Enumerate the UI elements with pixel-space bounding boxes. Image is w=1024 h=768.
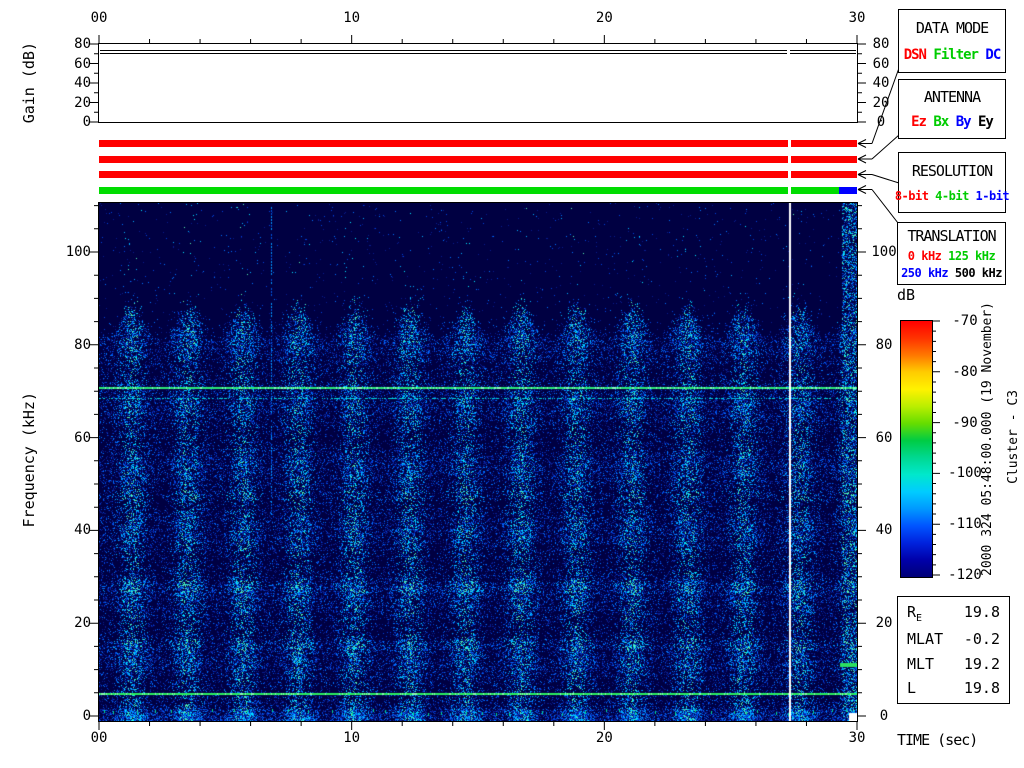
gain-ytick-label: 60 [74,55,91,72]
ephemeris-row-l: L 19.8 [898,679,1009,697]
antenna-bar [99,155,857,163]
gain-time-tick-label: 30 [848,10,866,26]
freq-ytick-label: 0 [82,708,91,724]
time-tick-label: 20 [595,730,613,746]
gain-ytick-label-right: 20 [872,94,890,111]
spacecraft-annotation: Cluster - C3 [1006,390,1021,484]
freq-ytick-label: 80 [74,336,91,353]
ephemeris-label: RE [907,603,923,625]
ephemeris-row-mlat: MLAT -0.2 [898,630,1009,648]
colorbar [900,320,933,578]
option-by: By [948,114,972,130]
data-mode-box: DATA MODE DSN Filter DC [898,9,1006,73]
translation-box: TRANSLATION 0 kHz 125 kHz 250 kHz 500 kH… [897,222,1006,285]
wbd-spectrogram-display: Gain (dB) Frequency (kHz) 00 10 20 30 00 10 2… [0,0,1024,768]
ephemeris-value: 19.2 [963,654,1000,673]
option-4-bit: 4-bit [928,189,969,203]
option-125-khz: 125 kHz [941,248,996,263]
gain-ytick-label: 80 [74,36,91,52]
ephemeris-label: MLAT [907,630,944,649]
freq-ytick-label: 40 [74,522,91,539]
gain-time-tick-label: 00 [90,10,108,26]
datetime-annotation: 2000 324 05:48:00.000 (19 November) [980,302,995,576]
gain-ytick-label: 20 [74,94,91,111]
antenna-box: ANTENNA Ez Bx By Ey [898,79,1006,139]
gain-trace-gap [787,48,790,56]
resolution-bar [99,171,857,178]
translation-options-row2: 250 kHz 500 kHz [901,266,1002,280]
freq-ytick-label-right: 40 [875,522,893,539]
spectrogram-canvas [99,203,857,721]
time-tick-label: 00 [90,730,108,746]
ephemeris-row-mlt: MLT 19.2 [898,655,1009,673]
ephemeris-label: MLT [907,654,935,673]
option-1-bit: 1-bit [968,189,1010,203]
gain-ytick-label-right: 0 [876,114,886,130]
option-bx: Bx [925,114,949,130]
translation-title: TRANSLATION [907,226,996,245]
resolution-options: 8-bit 4-bit 1-bit [894,189,1010,203]
option-dc: DC [978,46,1001,63]
ephemeris-row-r: RE 19.8 [898,603,1009,624]
freq-ytick-label: 60 [74,429,91,446]
antenna-options: Ez Bx By Ey [911,114,994,130]
gain-ytick-label-right: 60 [872,55,890,72]
option-8-bit: 8-bit [894,189,929,203]
mode-bars-marker-gap [787,138,791,195]
option-ez: Ez [911,114,927,130]
option-dsn: DSN [903,46,927,63]
translation-bar [99,186,857,194]
resolution-box: RESOLUTION 8-bit 4-bit 1-bit [894,152,1010,213]
gain-ytick-label-right: 80 [872,36,890,52]
time-tick-label: 10 [343,730,361,746]
option-0-khz: 0 kHz [907,248,942,263]
freq-ytick-label: 20 [74,615,91,632]
ephemeris-value: 19.8 [963,678,1000,697]
ephemeris-value: -0.2 [963,630,1000,649]
frequency-axis-label: Frequency (kHz) [20,392,38,528]
ephemeris-value: 19.8 [963,603,1000,622]
option-500-khz: 500 kHz [948,266,1003,281]
freq-ytick-label-right: 60 [875,429,893,446]
colorbar-units-label: dB [897,286,916,304]
gain-ytick-label: 40 [74,75,91,91]
data-mode-title: DATA MODE [915,19,989,38]
option-ey: Ey [970,114,994,130]
gain-plot [99,44,857,122]
translation-bar-end-segment [839,186,857,194]
gain-ytick-label: 0 [82,114,91,130]
resolution-title: RESOLUTION [911,162,993,180]
gain-time-tick-label: 10 [343,10,361,26]
gain-axis-label: Gain (dB) [20,42,38,124]
time-axis-title: TIME (sec) [897,731,978,749]
ephemeris-box: RE 19.8 MLAT -0.2 MLT 19.2 L 19.8 [897,596,1010,704]
freq-ytick-label-right: 80 [875,336,893,353]
gain-ytick-label-right: 40 [872,75,890,91]
data-mode-options: DSN Filter DC [903,46,1002,63]
translation-options-row1: 0 kHz 125 kHz [907,248,996,263]
data-mode-bar [99,140,857,147]
option-250-khz: 250 kHz [901,266,949,281]
gain-trace-line [100,50,856,51]
option-filter: Filter [925,46,979,63]
antenna-title: ANTENNA [923,88,981,106]
freq-ytick-label: 100 [65,244,91,260]
freq-ytick-label-right: 0 [879,708,889,724]
gain-trace-line-lower [100,53,856,54]
gain-time-tick-label: 20 [595,10,613,26]
ephemeris-label: L [907,678,917,697]
time-tick-label: 30 [848,730,866,746]
